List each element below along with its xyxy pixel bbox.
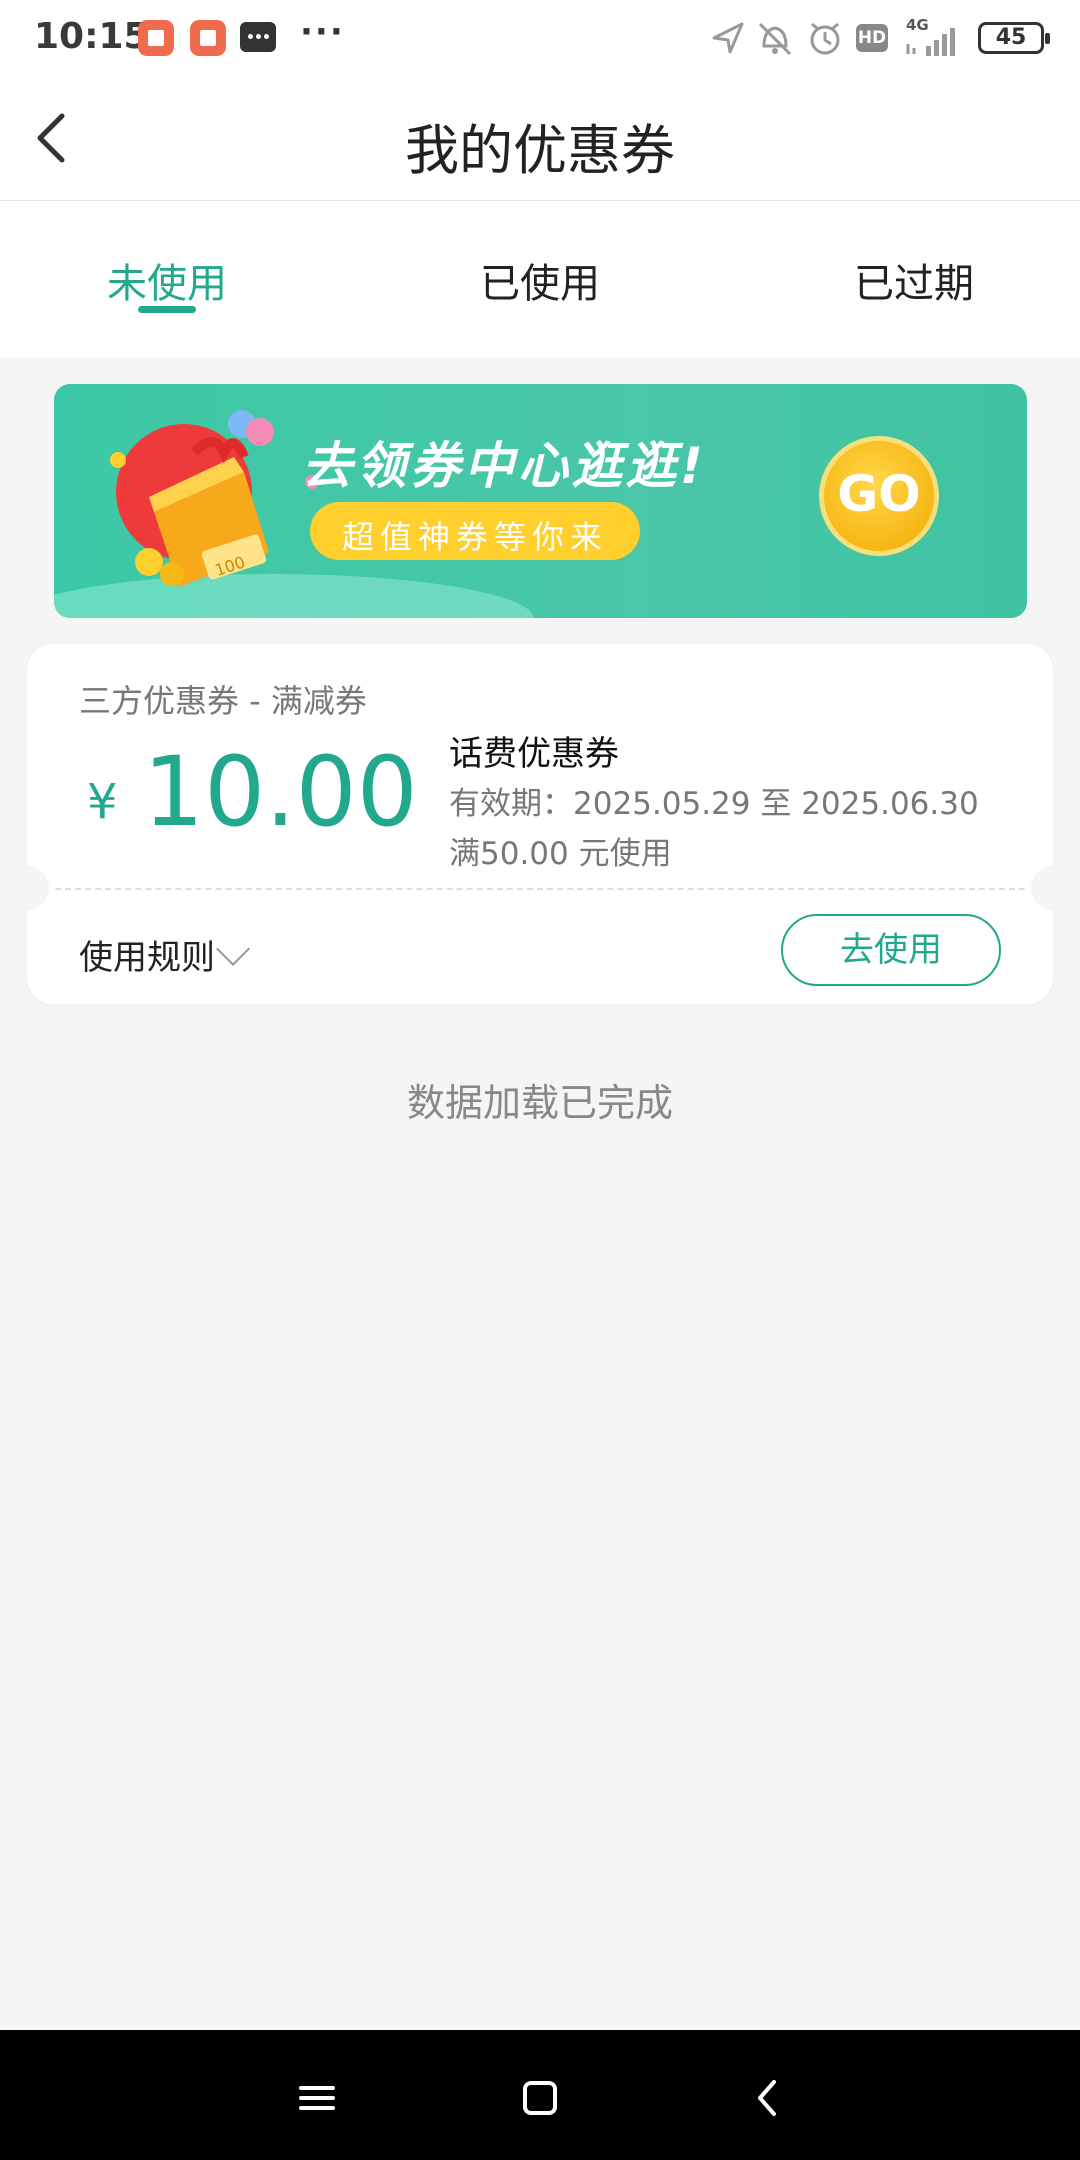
- active-tab-indicator: [138, 306, 196, 313]
- usage-rules-label: 使用规则: [79, 938, 215, 978]
- battery-icon: 45: [978, 22, 1050, 54]
- back-icon[interactable]: [738, 2068, 798, 2128]
- tab-expired[interactable]: 已过期: [764, 251, 1064, 309]
- coupon-condition: 满50.00 元使用: [449, 836, 672, 872]
- coupon-name: 话费优惠券: [449, 734, 619, 774]
- coupon-type: 三方优惠券 - 满减券: [79, 682, 367, 720]
- coupon-validity: 有效期：2025.05.29 至 2025.06.30: [449, 786, 979, 822]
- home-icon[interactable]: [510, 2068, 570, 2128]
- go-label: GO: [837, 465, 921, 523]
- go-button[interactable]: GO: [819, 436, 939, 556]
- message-icon: [240, 22, 276, 52]
- status-time: 10:15: [34, 16, 149, 57]
- chevron-down-icon: [216, 932, 250, 966]
- load-complete-text: 数据加载已完成: [406, 1081, 673, 1125]
- hd-icon: HD: [856, 24, 888, 52]
- use-coupon-button[interactable]: 去使用: [781, 914, 1001, 986]
- alarm-icon: [810, 22, 840, 55]
- price-currency: ¥: [87, 774, 118, 830]
- card-notch-left: [5, 866, 49, 910]
- app-notification-icon: [190, 20, 226, 56]
- signal-icon: [906, 28, 955, 56]
- tab-used[interactable]: 已使用: [390, 251, 690, 309]
- banner-subtext-pill: 超值神券等你来: [310, 502, 640, 560]
- perforation-divider: [55, 888, 1025, 890]
- location-icon: [712, 22, 744, 54]
- banner-subtext: 超值神券等你来: [341, 518, 608, 556]
- gift-box-illustration: 100: [110, 410, 319, 587]
- price-amount: 10.00: [143, 736, 418, 848]
- system-nav-bar: [0, 2030, 1080, 2160]
- banner-headline: 去领券中心逛逛!: [302, 437, 707, 495]
- coupon-card: 三方优惠券 - 满减券 ¥ 10.00 话费优惠券 有效期：2025.05.29…: [5, 644, 1075, 1004]
- mute-bell-icon: [758, 22, 792, 56]
- tab-bar: 未使用 已使用 已过期: [0, 201, 1080, 357]
- coupon-center-banner[interactable]: 100 去领券中心逛逛! 超值神券等你来 GO: [54, 384, 1027, 618]
- app-notification-icon: [138, 20, 174, 56]
- more-notifications-icon: ···: [300, 12, 345, 52]
- card-notch-right: [1031, 866, 1075, 910]
- usage-rules-toggle[interactable]: 使用规则: [79, 930, 250, 979]
- page-title: 我的优惠券: [405, 119, 675, 182]
- menu-icon[interactable]: [287, 2068, 347, 2128]
- status-bar: 10:15 ··· HD 4G 45: [0, 0, 1080, 78]
- tab-unused[interactable]: 未使用: [17, 251, 317, 309]
- header: 我的优惠券: [0, 78, 1080, 201]
